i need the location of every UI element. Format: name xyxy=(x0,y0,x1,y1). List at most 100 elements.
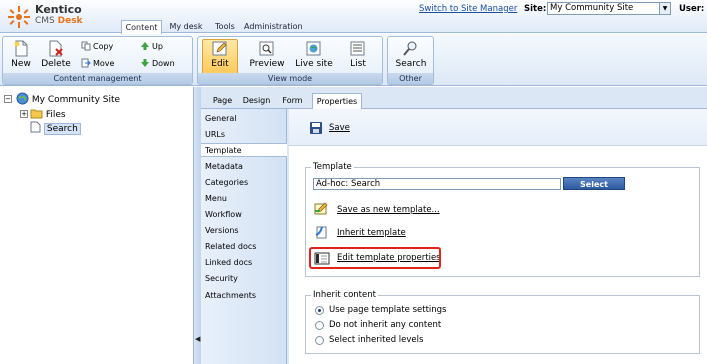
switch-to-site-manager-link[interactable]: Switch to Site Manager xyxy=(419,4,517,14)
save-as-new-template-link[interactable]: Save as new template... xyxy=(337,205,440,215)
down-button[interactable]: Down xyxy=(140,57,175,70)
move-button[interactable]: Move xyxy=(81,57,114,70)
copy-button-label: Copy xyxy=(93,42,114,51)
delete-button-label: Delete xyxy=(41,59,71,69)
live-site-button-label: Live site xyxy=(295,59,333,69)
new-button[interactable]: New xyxy=(6,40,36,69)
nav-item-workflow[interactable]: Workflow xyxy=(205,208,242,222)
site-select[interactable]: My Community Site ▼ xyxy=(547,2,671,15)
preview-magnifier-icon xyxy=(259,41,274,56)
tab-tools[interactable]: Tools xyxy=(210,20,240,34)
radio-do-not-inherit[interactable] xyxy=(315,321,324,330)
nav-item-attachments[interactable]: Attachments xyxy=(205,289,256,303)
arrow-down-icon xyxy=(141,59,149,67)
move-icon xyxy=(81,58,91,68)
tree-item-search[interactable]: Search xyxy=(30,121,81,135)
tab-page[interactable]: Page xyxy=(209,93,236,109)
new-document-icon xyxy=(14,40,28,57)
save-as-template-icon xyxy=(314,202,328,215)
inherit-content-legend: Inherit content xyxy=(313,290,376,300)
live-site-globe-icon xyxy=(306,41,321,56)
nav-item-menu[interactable]: Menu xyxy=(205,192,227,206)
delete-button[interactable]: Delete xyxy=(39,40,73,69)
radio-select-levels[interactable] xyxy=(315,336,324,345)
inherit-template-icon xyxy=(315,226,327,239)
radio-select-levels-label: Select inherited levels xyxy=(329,335,424,345)
save-link[interactable]: Save xyxy=(329,123,350,133)
copy-icon xyxy=(81,41,91,51)
tree-item-files-label: Files xyxy=(45,110,66,120)
tab-design[interactable]: Design xyxy=(240,93,273,109)
site-label: Site: xyxy=(524,4,547,14)
nav-item-security[interactable]: Security xyxy=(205,272,238,286)
tree-item-root[interactable]: My Community Site xyxy=(16,92,120,105)
group-title-view-mode: View mode xyxy=(198,73,382,84)
up-button[interactable]: Up xyxy=(140,40,163,53)
move-button-label: Move xyxy=(93,59,115,68)
site-select-value: My Community Site xyxy=(550,3,634,13)
preview-button-label: Preview xyxy=(249,59,285,69)
up-button-label: Up xyxy=(152,42,163,51)
tab-administration[interactable]: Administration xyxy=(244,20,303,34)
copy-button[interactable]: Copy xyxy=(81,40,113,53)
tree-collapse-icon[interactable]: − xyxy=(4,95,12,103)
edit-button-label: Edit xyxy=(211,59,229,69)
save-toolbar xyxy=(289,109,707,146)
tree-item-search-label: Search xyxy=(43,123,81,135)
highlight-box xyxy=(309,247,441,269)
tree-expand-icon[interactable]: + xyxy=(20,110,28,118)
nav-item-related-docs[interactable]: Related docs xyxy=(205,240,256,254)
preview-button[interactable]: Preview xyxy=(248,40,286,69)
tree-item-files[interactable]: Files xyxy=(30,107,66,120)
search-button[interactable]: Search xyxy=(393,40,429,69)
tab-properties[interactable]: Properties xyxy=(312,93,362,110)
delete-document-icon xyxy=(49,40,63,57)
nav-item-categories[interactable]: Categories xyxy=(205,176,248,190)
logo-sub-cms: CMS xyxy=(35,16,58,26)
nav-item-metadata[interactable]: Metadata xyxy=(205,160,243,174)
nav-item-general[interactable]: General xyxy=(205,112,237,126)
group-view-mode: Edit Preview Live site List View mode xyxy=(197,36,383,85)
nav-item-template[interactable]: Template xyxy=(201,143,287,157)
select-template-button[interactable]: Select xyxy=(563,177,625,190)
panel-splitter[interactable]: ◀ xyxy=(193,87,201,364)
logo-subtitle: CMS Desk xyxy=(35,16,83,27)
group-title-content-management: Content management xyxy=(3,73,192,84)
down-button-label: Down xyxy=(152,59,175,68)
tree-item-root-label: My Community Site xyxy=(31,95,121,105)
group-title-other: Other xyxy=(388,73,433,84)
chevron-down-icon[interactable]: ▼ xyxy=(659,3,670,14)
nav-item-versions[interactable]: Versions xyxy=(205,224,239,238)
tab-form[interactable]: Form xyxy=(277,93,308,109)
list-icon xyxy=(350,41,365,56)
logo-brand: Kentico xyxy=(35,3,82,16)
edit-pencil-icon xyxy=(212,41,227,56)
inherit-template-link[interactable]: Inherit template xyxy=(337,228,406,238)
search-button-label: Search xyxy=(395,59,427,69)
tab-my-desk[interactable]: My desk xyxy=(166,20,206,34)
group-content-management: New Delete Copy Move Up Down Content man… xyxy=(2,36,193,85)
collapse-arrow-icon[interactable]: ◀ xyxy=(195,335,200,347)
radio-use-template-settings[interactable] xyxy=(315,306,324,315)
user-label: User: Global xyxy=(679,4,707,14)
new-button-label: New xyxy=(11,59,31,69)
list-button-label: List xyxy=(350,59,366,69)
radio-do-not-inherit-label: Do not inherit any content xyxy=(329,320,442,330)
arrow-up-icon xyxy=(141,42,149,50)
nav-item-linked-docs[interactable]: Linked docs xyxy=(205,256,252,270)
globe-icon xyxy=(16,92,29,105)
group-other: Search Other xyxy=(387,36,434,85)
kentico-logo-icon xyxy=(8,6,30,28)
page-icon xyxy=(30,121,41,133)
edit-button[interactable]: Edit xyxy=(202,39,238,75)
radio-use-template-settings-label: Use page template settings xyxy=(329,305,447,315)
template-legend: Template xyxy=(313,162,352,172)
search-icon xyxy=(403,41,417,56)
save-disk-icon[interactable] xyxy=(309,121,323,135)
list-button[interactable]: List xyxy=(341,40,375,69)
tab-content[interactable]: Content xyxy=(121,20,162,34)
logo-sub-desk: Desk xyxy=(57,16,83,26)
live-site-button[interactable]: Live site xyxy=(293,40,335,69)
template-input[interactable]: Ad-hoc: Search xyxy=(313,178,561,190)
nav-item-urls[interactable]: URLs xyxy=(205,128,225,142)
